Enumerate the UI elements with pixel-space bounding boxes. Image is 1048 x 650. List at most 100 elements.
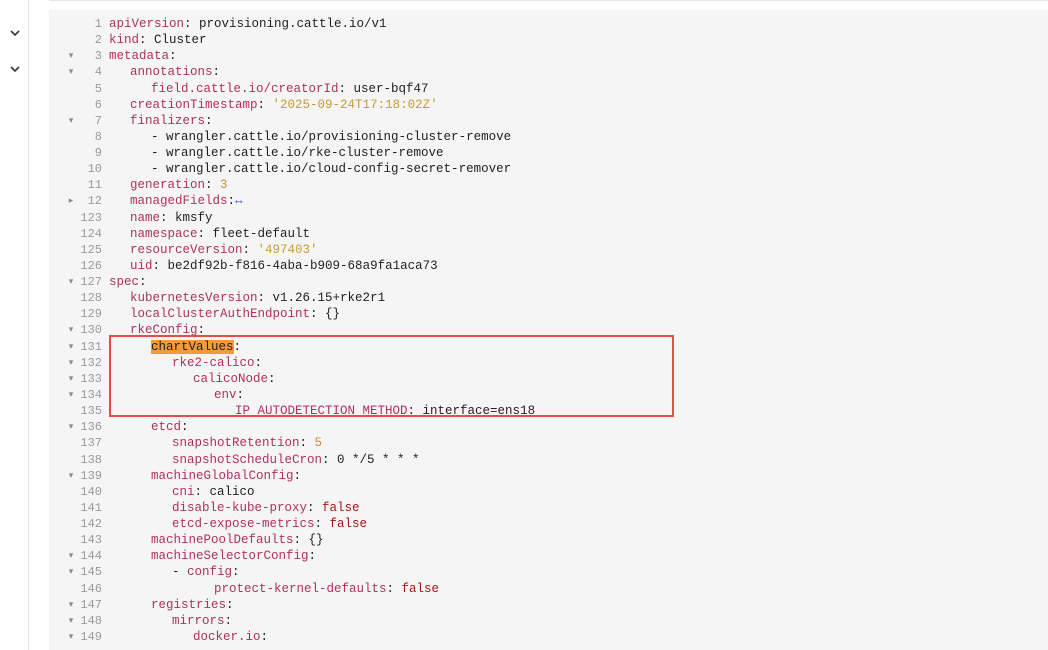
yaml-value: fleet-default: [212, 226, 311, 241]
code-line[interactable]: 126 uid: be2df92b-f816-4aba-b909-68a9fa1a…: [49, 258, 1048, 274]
fold-collapse-icon[interactable]: ▾: [65, 339, 77, 355]
code-line[interactable]: ▸ 12 managedFields:↔: [49, 193, 1048, 209]
chevron-down-icon[interactable]: [8, 62, 22, 76]
yaml-key: resourceVersion: [130, 242, 243, 257]
code-line[interactable]: ▾ 7 finalizers:: [49, 113, 1048, 129]
fold-collapse-icon[interactable]: ▾: [65, 629, 77, 645]
fold-collapse-icon[interactable]: ▾: [65, 274, 77, 290]
fold-collapse-icon[interactable]: ▾: [65, 113, 77, 129]
code-line[interactable]: ▾ 130 rkeConfig:: [49, 322, 1048, 338]
yaml-value: v1.26.15+rke2r1: [272, 291, 386, 306]
fold-collapse-icon[interactable]: ▾: [65, 613, 77, 629]
code-line[interactable]: 128 kubernetesVersion: v1.26.15+rke2r1: [49, 290, 1048, 306]
code-text: docker.io:: [193, 629, 269, 644]
yaml-key: env: [214, 387, 237, 402]
fold-expand-icon[interactable]: ▸: [65, 193, 77, 209]
code-line[interactable]: 8 - wrangler.cattle.io/provisioning-clust…: [49, 129, 1048, 145]
code-text: kubernetesVersion: v1.26.15+rke2r1: [130, 291, 386, 306]
yaml-value: false: [329, 517, 368, 532]
fold-collapse-icon[interactable]: ▾: [65, 597, 77, 613]
yaml-key: uid: [130, 258, 153, 273]
code-line[interactable]: ▾ 132 rke2-calico:: [49, 355, 1048, 371]
code-line[interactable]: ▾ 145 - config:: [49, 564, 1048, 580]
collapsed-content-marker[interactable]: ↔: [235, 194, 243, 208]
code-line[interactable]: 142 etcd-expose-metrics: false: [49, 516, 1048, 532]
fold-collapse-icon[interactable]: ▾: [65, 419, 77, 435]
fold-collapse-icon[interactable]: ▾: [65, 564, 77, 580]
code-line[interactable]: 141 disable-kube-proxy: false: [49, 500, 1048, 516]
line-number: 134: [80, 387, 102, 402]
yaml-key: generation: [130, 178, 206, 193]
code-line[interactable]: 1 apiVersion: provisioning.cattle.io/v1: [49, 16, 1048, 32]
code-line[interactable]: 129 localClusterAuthEndpoint: {}: [49, 306, 1048, 322]
fold-gutter: [65, 129, 77, 145]
line-number: 4: [94, 65, 102, 80]
code-line[interactable]: 10 - wrangler.cattle.io/cloud-config-secr…: [49, 161, 1048, 177]
left-rail: [0, 0, 29, 650]
code-line[interactable]: 2 kind: Cluster: [49, 32, 1048, 48]
yaml-key: creationTimestamp: [130, 97, 258, 112]
code-line[interactable]: ▾ 133 calicoNode:: [49, 371, 1048, 387]
code-line[interactable]: ▾ 149 docker.io:: [49, 629, 1048, 645]
line-number: 138: [80, 452, 102, 467]
code-text: finalizers:: [130, 113, 213, 128]
yaml-value: be2df92b-f816-4aba-b909-68a9fa1aca73: [167, 258, 438, 273]
code-text: field.cattle.io/creatorId: user-bqf47: [151, 81, 429, 96]
code-line[interactable]: ▾ 134 env:: [49, 387, 1048, 403]
code-line[interactable]: 6 creationTimestamp: '2025-09-24T17:18:02…: [49, 97, 1048, 113]
code-line[interactable]: 123 name: kmsfy: [49, 210, 1048, 226]
code-line[interactable]: ▾ 136 etcd:: [49, 419, 1048, 435]
code-text: snapshotRetention: 5: [172, 436, 323, 451]
yaml-code-editor[interactable]: 1 apiVersion: provisioning.cattle.io/v1 2 k…: [49, 10, 1048, 650]
fold-gutter: [65, 500, 77, 516]
yaml-key: managedFields: [130, 194, 228, 209]
fold-collapse-icon[interactable]: ▾: [65, 387, 77, 403]
code-line[interactable]: 11 generation: 3: [49, 177, 1048, 193]
code-line[interactable]: ▾ 144 machineSelectorConfig:: [49, 548, 1048, 564]
code-line[interactable]: 9 - wrangler.cattle.io/rke-cluster-remove: [49, 145, 1048, 161]
code-line[interactable]: ▾ 147 registries:: [49, 597, 1048, 613]
yaml-key: annotations: [130, 65, 213, 80]
code-line[interactable]: ▾ 4 annotations:: [49, 64, 1048, 80]
code-line[interactable]: 124 namespace: fleet-default: [49, 226, 1048, 242]
fold-collapse-icon[interactable]: ▾: [65, 48, 77, 64]
yaml-key: rkeConfig: [130, 323, 198, 338]
code-text: annotations:: [130, 65, 221, 80]
code-line[interactable]: ▾ 3 metadata:: [49, 48, 1048, 64]
code-text: etcd-expose-metrics: false: [172, 517, 368, 532]
line-number: 2: [94, 33, 102, 48]
code-line[interactable]: 137 snapshotRetention: 5: [49, 435, 1048, 451]
yaml-key: finalizers: [130, 113, 206, 128]
fold-collapse-icon[interactable]: ▾: [65, 468, 77, 484]
fold-gutter: [65, 177, 77, 193]
code-text: machineGlobalConfig:: [151, 468, 302, 483]
code-text: metadata:: [109, 49, 177, 64]
line-number: 149: [80, 629, 102, 644]
code-line[interactable]: ▾ 139 machineGlobalConfig:: [49, 468, 1048, 484]
fold-collapse-icon[interactable]: ▾: [65, 371, 77, 387]
fold-collapse-icon[interactable]: ▾: [65, 548, 77, 564]
code-line[interactable]: 138 snapshotScheduleCron: 0 */5 * * *: [49, 452, 1048, 468]
yaml-key: snapshotScheduleCron: [172, 452, 323, 467]
code-line[interactable]: 135 IP_AUTODETECTION_METHOD: interface=en…: [49, 403, 1048, 419]
code-line[interactable]: 5 field.cattle.io/creatorId: user-bqf47: [49, 81, 1048, 97]
yaml-key: metadata: [109, 49, 170, 64]
code-line[interactable]: 146 protect-kernel-defaults: false: [49, 581, 1048, 597]
code-line[interactable]: 125 resourceVersion: '497403': [49, 242, 1048, 258]
line-number: 6: [94, 97, 102, 112]
code-text: snapshotScheduleCron: 0 */5 * * *: [172, 452, 420, 467]
code-line[interactable]: ▾ 131 chartValues:: [49, 339, 1048, 355]
line-number: 136: [80, 420, 102, 435]
code-text: - wrangler.cattle.io/provisioning-cluste…: [151, 129, 512, 144]
yaml-key: protect-kernel-defaults: [214, 581, 387, 596]
chevron-down-icon[interactable]: [8, 26, 22, 40]
fold-collapse-icon[interactable]: ▾: [65, 355, 77, 371]
code-line[interactable]: ▾ 127 spec:: [49, 274, 1048, 290]
code-line[interactable]: 143 machinePoolDefaults: {}: [49, 532, 1048, 548]
code-line[interactable]: 140 cni: calico: [49, 484, 1048, 500]
line-number: 132: [80, 355, 102, 370]
fold-collapse-icon[interactable]: ▾: [65, 322, 77, 338]
fold-collapse-icon[interactable]: ▾: [65, 64, 77, 80]
yaml-value: wrangler.cattle.io/cloud-config-secret-r…: [166, 162, 512, 177]
code-line[interactable]: ▾ 148 mirrors:: [49, 613, 1048, 629]
